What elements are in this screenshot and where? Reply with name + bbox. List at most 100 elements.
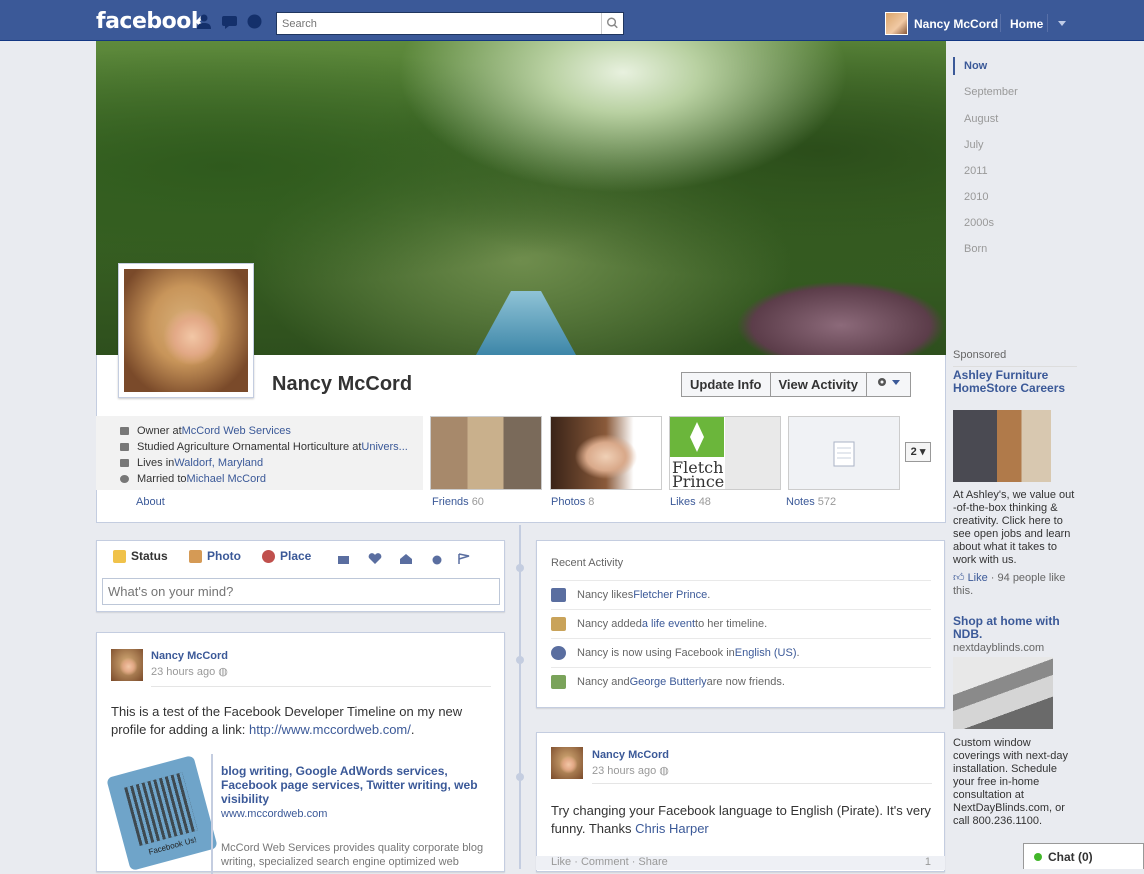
post-author-name[interactable]: Nancy McCord bbox=[151, 650, 228, 662]
link-title[interactable]: blog writing, Google AdWords services, F… bbox=[221, 764, 486, 806]
timeline-nav-2000s[interactable]: 2000s bbox=[953, 214, 994, 232]
map-pin-icon bbox=[262, 549, 275, 563]
info-work: Owner at McCord Web Services bbox=[120, 424, 291, 438]
about-link[interactable]: About bbox=[136, 496, 165, 508]
search-input[interactable] bbox=[277, 13, 597, 34]
timeline-nav-september[interactable]: September bbox=[953, 83, 1018, 101]
tab-status[interactable]: Status bbox=[113, 549, 168, 563]
ad-url[interactable]: nextdayblinds.com bbox=[953, 642, 1044, 654]
status-composer: Status Photo Place bbox=[96, 540, 505, 612]
life-event-icons[interactable] bbox=[337, 553, 472, 565]
info-relationship: Married to Michael McCord bbox=[120, 472, 266, 486]
home-link[interactable]: Home bbox=[1010, 17, 1043, 31]
note-icon bbox=[833, 441, 855, 467]
post-actions[interactable]: Like · Comment · Share bbox=[551, 856, 668, 868]
view-activity-button[interactable]: View Activity bbox=[770, 372, 867, 397]
likes-tile[interactable]: Fletch Prince bbox=[669, 416, 781, 490]
globe-icon bbox=[551, 646, 566, 660]
heart-icon bbox=[120, 475, 129, 483]
top-bar: facebook Nancy McCord Home bbox=[0, 0, 1144, 41]
school-link[interactable]: Univers... bbox=[361, 441, 407, 453]
cover-fountain-shape bbox=[476, 291, 576, 355]
fletcher-prince-logo: FletchPrince bbox=[670, 417, 724, 489]
chat-button[interactable]: Chat (0) bbox=[1023, 843, 1144, 869]
divider bbox=[953, 366, 1077, 367]
profile-picture[interactable] bbox=[118, 263, 254, 398]
friends-icon bbox=[551, 675, 566, 689]
profile-name[interactable]: Nancy McCord bbox=[272, 373, 412, 396]
briefcase-icon bbox=[120, 427, 129, 435]
friend-requests-icon[interactable] bbox=[196, 14, 213, 29]
ad-image[interactable] bbox=[953, 657, 1053, 729]
profile-info-box: Owner at McCord Web Services Studied Agr… bbox=[96, 416, 423, 490]
like-count[interactable]: 1 bbox=[925, 856, 931, 868]
update-info-button[interactable]: Update Info bbox=[681, 372, 771, 397]
post-text: This is a test of the Facebook Developer… bbox=[111, 704, 463, 737]
account-menu-chevron-icon[interactable] bbox=[1056, 18, 1068, 28]
status-input[interactable] bbox=[102, 578, 500, 605]
search-icon[interactable] bbox=[601, 13, 623, 34]
likes-label[interactable]: Likes 48 bbox=[670, 496, 711, 508]
friends-label[interactable]: Friends 60 bbox=[432, 496, 484, 508]
timeline-dot bbox=[516, 773, 524, 781]
timeline-spine bbox=[519, 525, 521, 869]
timeline-nav-2010[interactable]: 2010 bbox=[953, 188, 988, 206]
post-link[interactable]: http://www.mccordweb.com/ bbox=[249, 722, 411, 737]
post-author-avatar[interactable] bbox=[111, 649, 143, 681]
divider bbox=[592, 783, 932, 784]
photos-label[interactable]: Photos 8 bbox=[551, 496, 594, 508]
timeline-dot bbox=[516, 564, 524, 572]
timeline-post: Nancy McCord 23 hours ago ◍ Try changing… bbox=[536, 732, 945, 872]
tab-place[interactable]: Place bbox=[262, 549, 311, 563]
life-event-book-icon bbox=[551, 617, 566, 631]
status-pencil-icon bbox=[113, 549, 126, 563]
search-box[interactable] bbox=[276, 12, 624, 35]
timeline-post: Nancy McCord 23 hours ago ◍ This is a te… bbox=[96, 632, 505, 874]
photo-icon bbox=[189, 549, 202, 563]
notes-tile[interactable] bbox=[788, 416, 900, 490]
timeline-nav-july[interactable]: July bbox=[953, 136, 984, 154]
link-divider bbox=[211, 754, 213, 874]
mention-link[interactable]: Chris Harper bbox=[635, 821, 709, 836]
sponsored-heading: Sponsored bbox=[953, 349, 1007, 361]
ad-body[interactable]: At Ashley's, we value out -of-the-box th… bbox=[953, 489, 1078, 567]
divider bbox=[1047, 14, 1048, 32]
timeline-nav-august[interactable]: August bbox=[953, 110, 998, 128]
notifications-globe-icon[interactable] bbox=[246, 14, 263, 29]
gear-icon bbox=[877, 378, 900, 386]
settings-button[interactable] bbox=[866, 372, 911, 397]
friends-tile[interactable] bbox=[430, 416, 542, 490]
post-timestamp[interactable]: 23 hours ago ◍ bbox=[592, 764, 669, 777]
notes-label[interactable]: Notes 572 bbox=[786, 496, 836, 508]
profile-link[interactable]: Nancy McCord bbox=[885, 12, 998, 35]
ad-body[interactable]: Custom window coverings with next-day in… bbox=[953, 737, 1078, 828]
profile-actions: Update Info View Activity bbox=[681, 372, 911, 397]
more-sections-button[interactable]: 2 ▾ bbox=[905, 442, 931, 462]
post-text: Try changing your Facebook language to E… bbox=[551, 803, 931, 836]
post-author-avatar[interactable] bbox=[551, 747, 583, 779]
timeline-nav-born[interactable]: Born bbox=[953, 240, 987, 258]
thumbs-up-icon bbox=[551, 588, 566, 602]
online-status-icon bbox=[1034, 852, 1042, 861]
facebook-logo[interactable]: facebook bbox=[96, 9, 206, 34]
info-education: Studied Agriculture Ornamental Horticult… bbox=[120, 440, 408, 454]
activity-item: Nancy and George Butterly are now friend… bbox=[551, 667, 931, 696]
messages-icon[interactable] bbox=[221, 14, 238, 29]
ad-like-row: 👍︎ Like · 94 people like this. bbox=[953, 572, 1066, 597]
photos-tile[interactable] bbox=[550, 416, 662, 490]
ad-title[interactable]: Shop at home with NDB. bbox=[953, 615, 1068, 641]
tab-photo[interactable]: Photo bbox=[189, 549, 241, 563]
location-link[interactable]: Waldorf, Maryland bbox=[174, 457, 263, 469]
link-thumbnail[interactable]: Facebook Us! bbox=[106, 754, 218, 872]
ad-like-link[interactable]: 👍︎ Like bbox=[953, 572, 988, 584]
timeline-nav-now[interactable]: Now bbox=[953, 57, 987, 75]
post-timestamp[interactable]: 23 hours ago ◍ bbox=[151, 665, 228, 678]
ad-image[interactable] bbox=[953, 410, 1051, 482]
post-author-name[interactable]: Nancy McCord bbox=[592, 749, 669, 761]
spouse-link[interactable]: Michael McCord bbox=[187, 473, 266, 485]
activity-item: Nancy added a life event to her timeline… bbox=[551, 609, 931, 638]
ad-title[interactable]: Ashley Furniture HomeStore Careers bbox=[953, 369, 1068, 395]
timeline-nav-2011[interactable]: 2011 bbox=[953, 162, 988, 180]
link-url[interactable]: www.mccordweb.com bbox=[221, 808, 327, 820]
work-link[interactable]: McCord Web Services bbox=[182, 425, 291, 437]
